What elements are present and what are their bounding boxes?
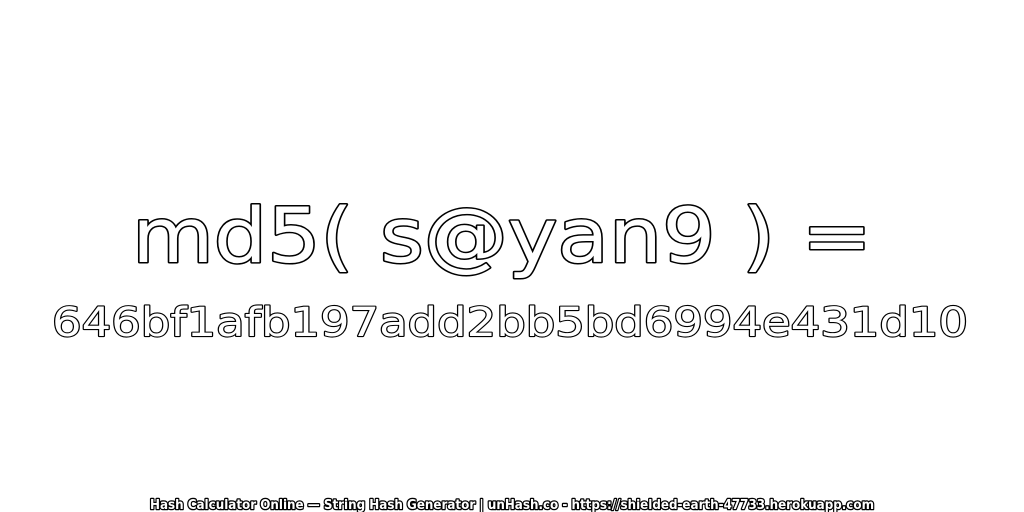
hash-value-text: 646bf1afb197add2bb5bd6994e431d10 xyxy=(52,300,968,346)
hash-graphic: md5( s@yan9 ) = 646bf1afb197add2bb5bd699… xyxy=(51,190,969,512)
title-text: md5( s@yan9 ) = xyxy=(132,191,872,280)
footer-text: Hash Calculator Online — String Hash Gen… xyxy=(150,498,874,512)
